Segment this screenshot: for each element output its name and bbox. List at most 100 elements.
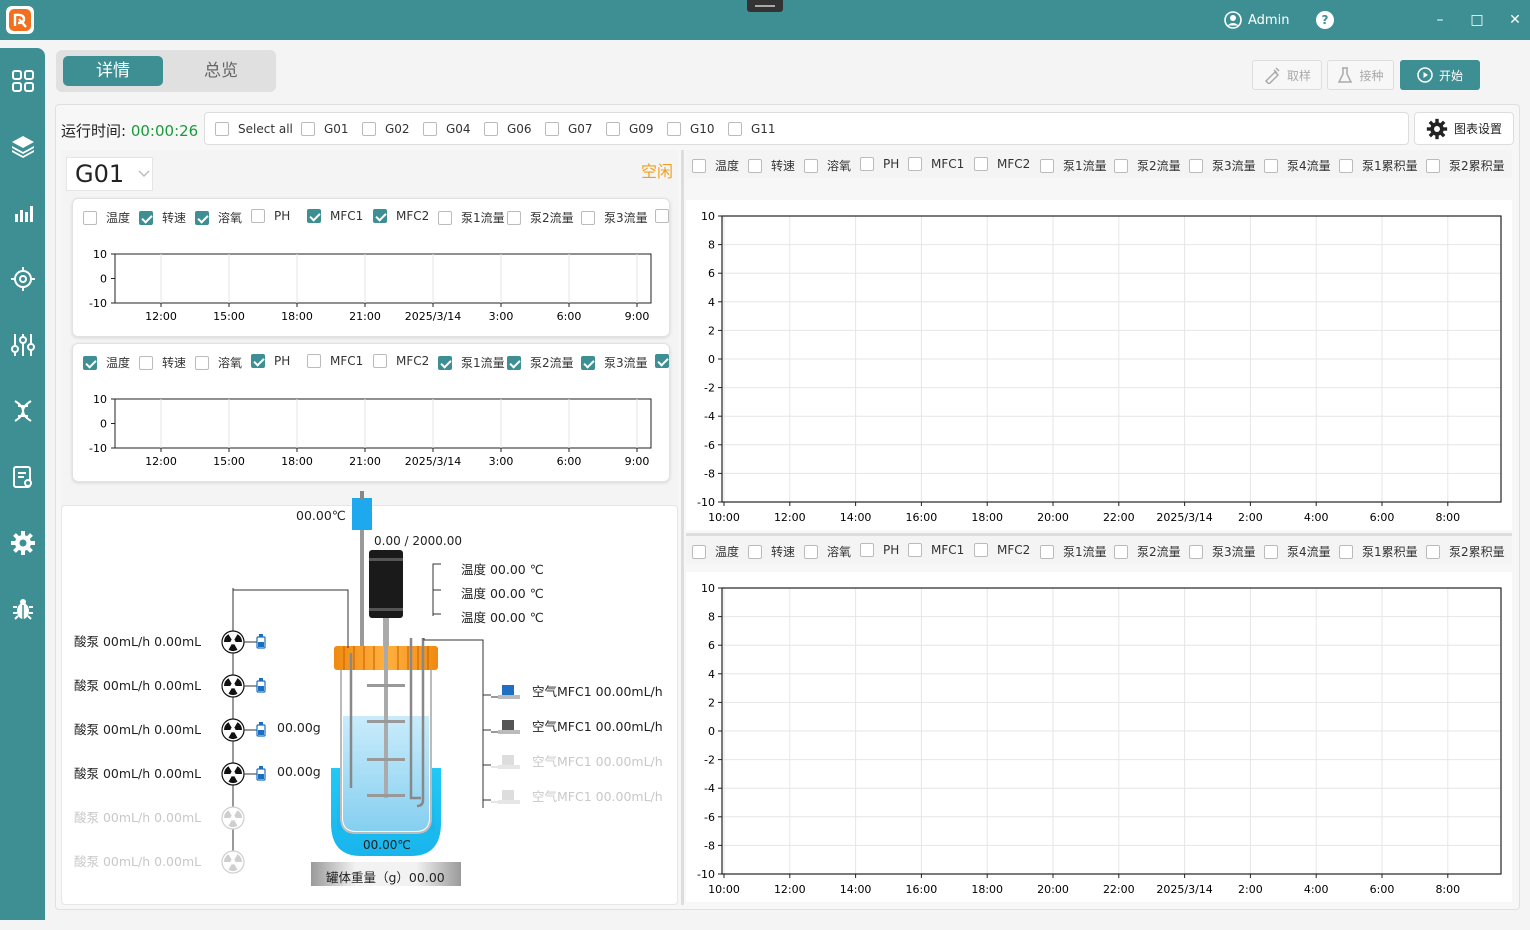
pump-weight: 00.00g	[277, 764, 321, 779]
report-icon[interactable]	[10, 464, 36, 490]
right-param-checkbox-0[interactable]: 温度	[692, 543, 739, 560]
right-param-checkbox-9[interactable]: 泵4流量	[1264, 543, 1331, 560]
mini-chart: 10 0 -10 12:00 15:00 18:00 21:00 2025/3/14 3:00 6…	[89, 393, 652, 468]
param-label: 转速	[162, 356, 187, 370]
right-param-checkbox-9[interactable]: 泵4流量	[1264, 157, 1331, 174]
right-param-checkbox-0[interactable]: 温度	[692, 157, 739, 174]
param-checkbox-6[interactable]: 泵1流量	[438, 209, 505, 226]
right-param-checkbox-11[interactable]: 泵2累积量	[1426, 543, 1505, 560]
right-param-checkbox-5[interactable]: MFC2	[974, 157, 1030, 171]
x-tick-label: 2025/3/14	[1156, 883, 1212, 896]
right-param-checkbox-1[interactable]: 转速	[748, 157, 795, 174]
param-checkbox-6[interactable]: 泵1流量	[438, 354, 505, 371]
tab-detail[interactable]: 详情	[63, 56, 163, 86]
checkbox-icon	[692, 158, 706, 173]
right-param-checkbox-3[interactable]: PH	[860, 543, 899, 557]
param-checkbox-4[interactable]: MFC1	[307, 209, 363, 223]
right-param-checkbox-4[interactable]: MFC1	[908, 543, 964, 557]
param-checkbox-7[interactable]: 泵2流量	[507, 209, 574, 226]
target-icon[interactable]	[10, 266, 36, 292]
group-checkbox-1[interactable]: G01	[301, 122, 349, 136]
sliders-icon[interactable]	[10, 332, 36, 358]
group-checkbox-5[interactable]: G07	[545, 122, 593, 136]
param-checkbox-overflow[interactable]	[655, 354, 669, 368]
right-param-checkbox-5[interactable]: MFC2	[974, 543, 1030, 557]
right-param-checkbox-1[interactable]: 转速	[748, 543, 795, 560]
help-icon[interactable]: ?	[1316, 11, 1334, 29]
chart-settings-button[interactable]: 图表设置	[1414, 112, 1514, 145]
y-tick-label: -6	[704, 811, 715, 824]
param-checkbox-8[interactable]: 泵3流量	[581, 354, 648, 371]
right-param-checkbox-8[interactable]: 泵3流量	[1189, 157, 1256, 174]
device-select-value: G01	[75, 160, 125, 188]
bug-icon[interactable]	[10, 596, 36, 622]
run-time-label: 运行时间:	[61, 122, 127, 140]
checkbox-icon	[655, 354, 669, 368]
x-tick-label: 18:00	[281, 455, 313, 468]
right-param-checkbox-7[interactable]: 泵2流量	[1114, 543, 1181, 560]
param-checkbox-0[interactable]: 温度	[83, 209, 130, 226]
peristaltic-pump-icon	[221, 762, 266, 786]
param-checkbox-8[interactable]: 泵3流量	[581, 209, 648, 226]
param-label: 温度	[106, 211, 131, 225]
start-button[interactable]: 开始	[1400, 60, 1480, 90]
param-checkbox-4[interactable]: MFC1	[307, 354, 363, 368]
group-label: G10	[690, 122, 715, 136]
maximize-button[interactable]: □	[1469, 12, 1485, 28]
right-param-checkbox-7[interactable]: 泵2流量	[1114, 157, 1181, 174]
param-checkbox-5[interactable]: MFC2	[373, 354, 429, 368]
close-button[interactable]: ✕	[1507, 12, 1523, 28]
checkbox-icon	[728, 122, 742, 136]
user-menu[interactable]: Admin	[1224, 11, 1289, 29]
group-checkbox-6[interactable]: G09	[606, 122, 654, 136]
drag-handle[interactable]	[747, 0, 783, 12]
param-label: 泵2累积量	[1449, 545, 1505, 559]
layers-icon[interactable]	[10, 133, 36, 159]
param-checkbox-7[interactable]: 泵2流量	[507, 354, 574, 371]
group-checkbox-0[interactable]: Select all	[215, 122, 293, 136]
checkbox-icon	[1264, 544, 1278, 559]
device-select[interactable]: G01	[66, 157, 153, 191]
group-checkbox-2[interactable]: G02	[362, 122, 410, 136]
param-checkbox-2[interactable]: 溶氧	[195, 209, 242, 226]
param-label: 温度	[106, 356, 131, 370]
group-checkbox-3[interactable]: G04	[423, 122, 471, 136]
right-param-checkbox-11[interactable]: 泵2累积量	[1426, 157, 1505, 174]
param-checkbox-1[interactable]: 转速	[139, 209, 186, 226]
bar-chart-icon[interactable]	[10, 200, 36, 226]
checkbox-icon	[301, 122, 315, 136]
dashboard-icon[interactable]	[10, 68, 36, 94]
y-tick-label: 10	[701, 210, 715, 223]
dna-icon[interactable]	[10, 398, 36, 424]
param-checkbox-1[interactable]: 转速	[139, 354, 186, 371]
param-checkbox-3[interactable]: PH	[251, 209, 290, 223]
pump-label: 酸泵 00mL/h 0.00mL	[74, 766, 202, 781]
mfc-label: 空气MFC1 00.00mL/h	[532, 754, 663, 769]
right-param-checkbox-2[interactable]: 溶氧	[804, 543, 851, 560]
right-param-checkbox-6[interactable]: 泵1流量	[1040, 157, 1107, 174]
right-param-checkbox-10[interactable]: 泵1累积量	[1339, 543, 1418, 560]
group-label: G02	[385, 122, 410, 136]
group-checkbox-8[interactable]: G11	[728, 122, 776, 136]
settings-icon[interactable]	[10, 530, 36, 556]
run-time-value: 00:00:26	[130, 122, 199, 140]
right-param-checkbox-2[interactable]: 溶氧	[804, 157, 851, 174]
param-checkbox-5[interactable]: MFC2	[373, 209, 429, 223]
tab-overview[interactable]: 总览	[171, 56, 271, 86]
param-checkbox-overflow[interactable]	[655, 209, 669, 223]
param-checkbox-0[interactable]: 温度	[83, 354, 130, 371]
x-tick-label: 18:00	[971, 511, 1003, 524]
inoculate-button[interactable]: 接种	[1327, 60, 1394, 90]
right-param-checkbox-4[interactable]: MFC1	[908, 157, 964, 171]
group-checkbox-4[interactable]: G06	[484, 122, 532, 136]
right-param-checkbox-10[interactable]: 泵1累积量	[1339, 157, 1418, 174]
right-param-checkbox-8[interactable]: 泵3流量	[1189, 543, 1256, 560]
param-checkbox-2[interactable]: 溶氧	[195, 354, 242, 371]
right-param-checkbox-3[interactable]: PH	[860, 157, 899, 171]
param-checkbox-3[interactable]: PH	[251, 354, 290, 368]
right-param-checkbox-6[interactable]: 泵1流量	[1040, 543, 1107, 560]
group-checkbox-7[interactable]: G10	[667, 122, 715, 136]
minimize-button[interactable]: –	[1432, 12, 1448, 28]
sample-button[interactable]: 取样	[1252, 60, 1322, 90]
y-tick-label: -8	[704, 839, 715, 852]
